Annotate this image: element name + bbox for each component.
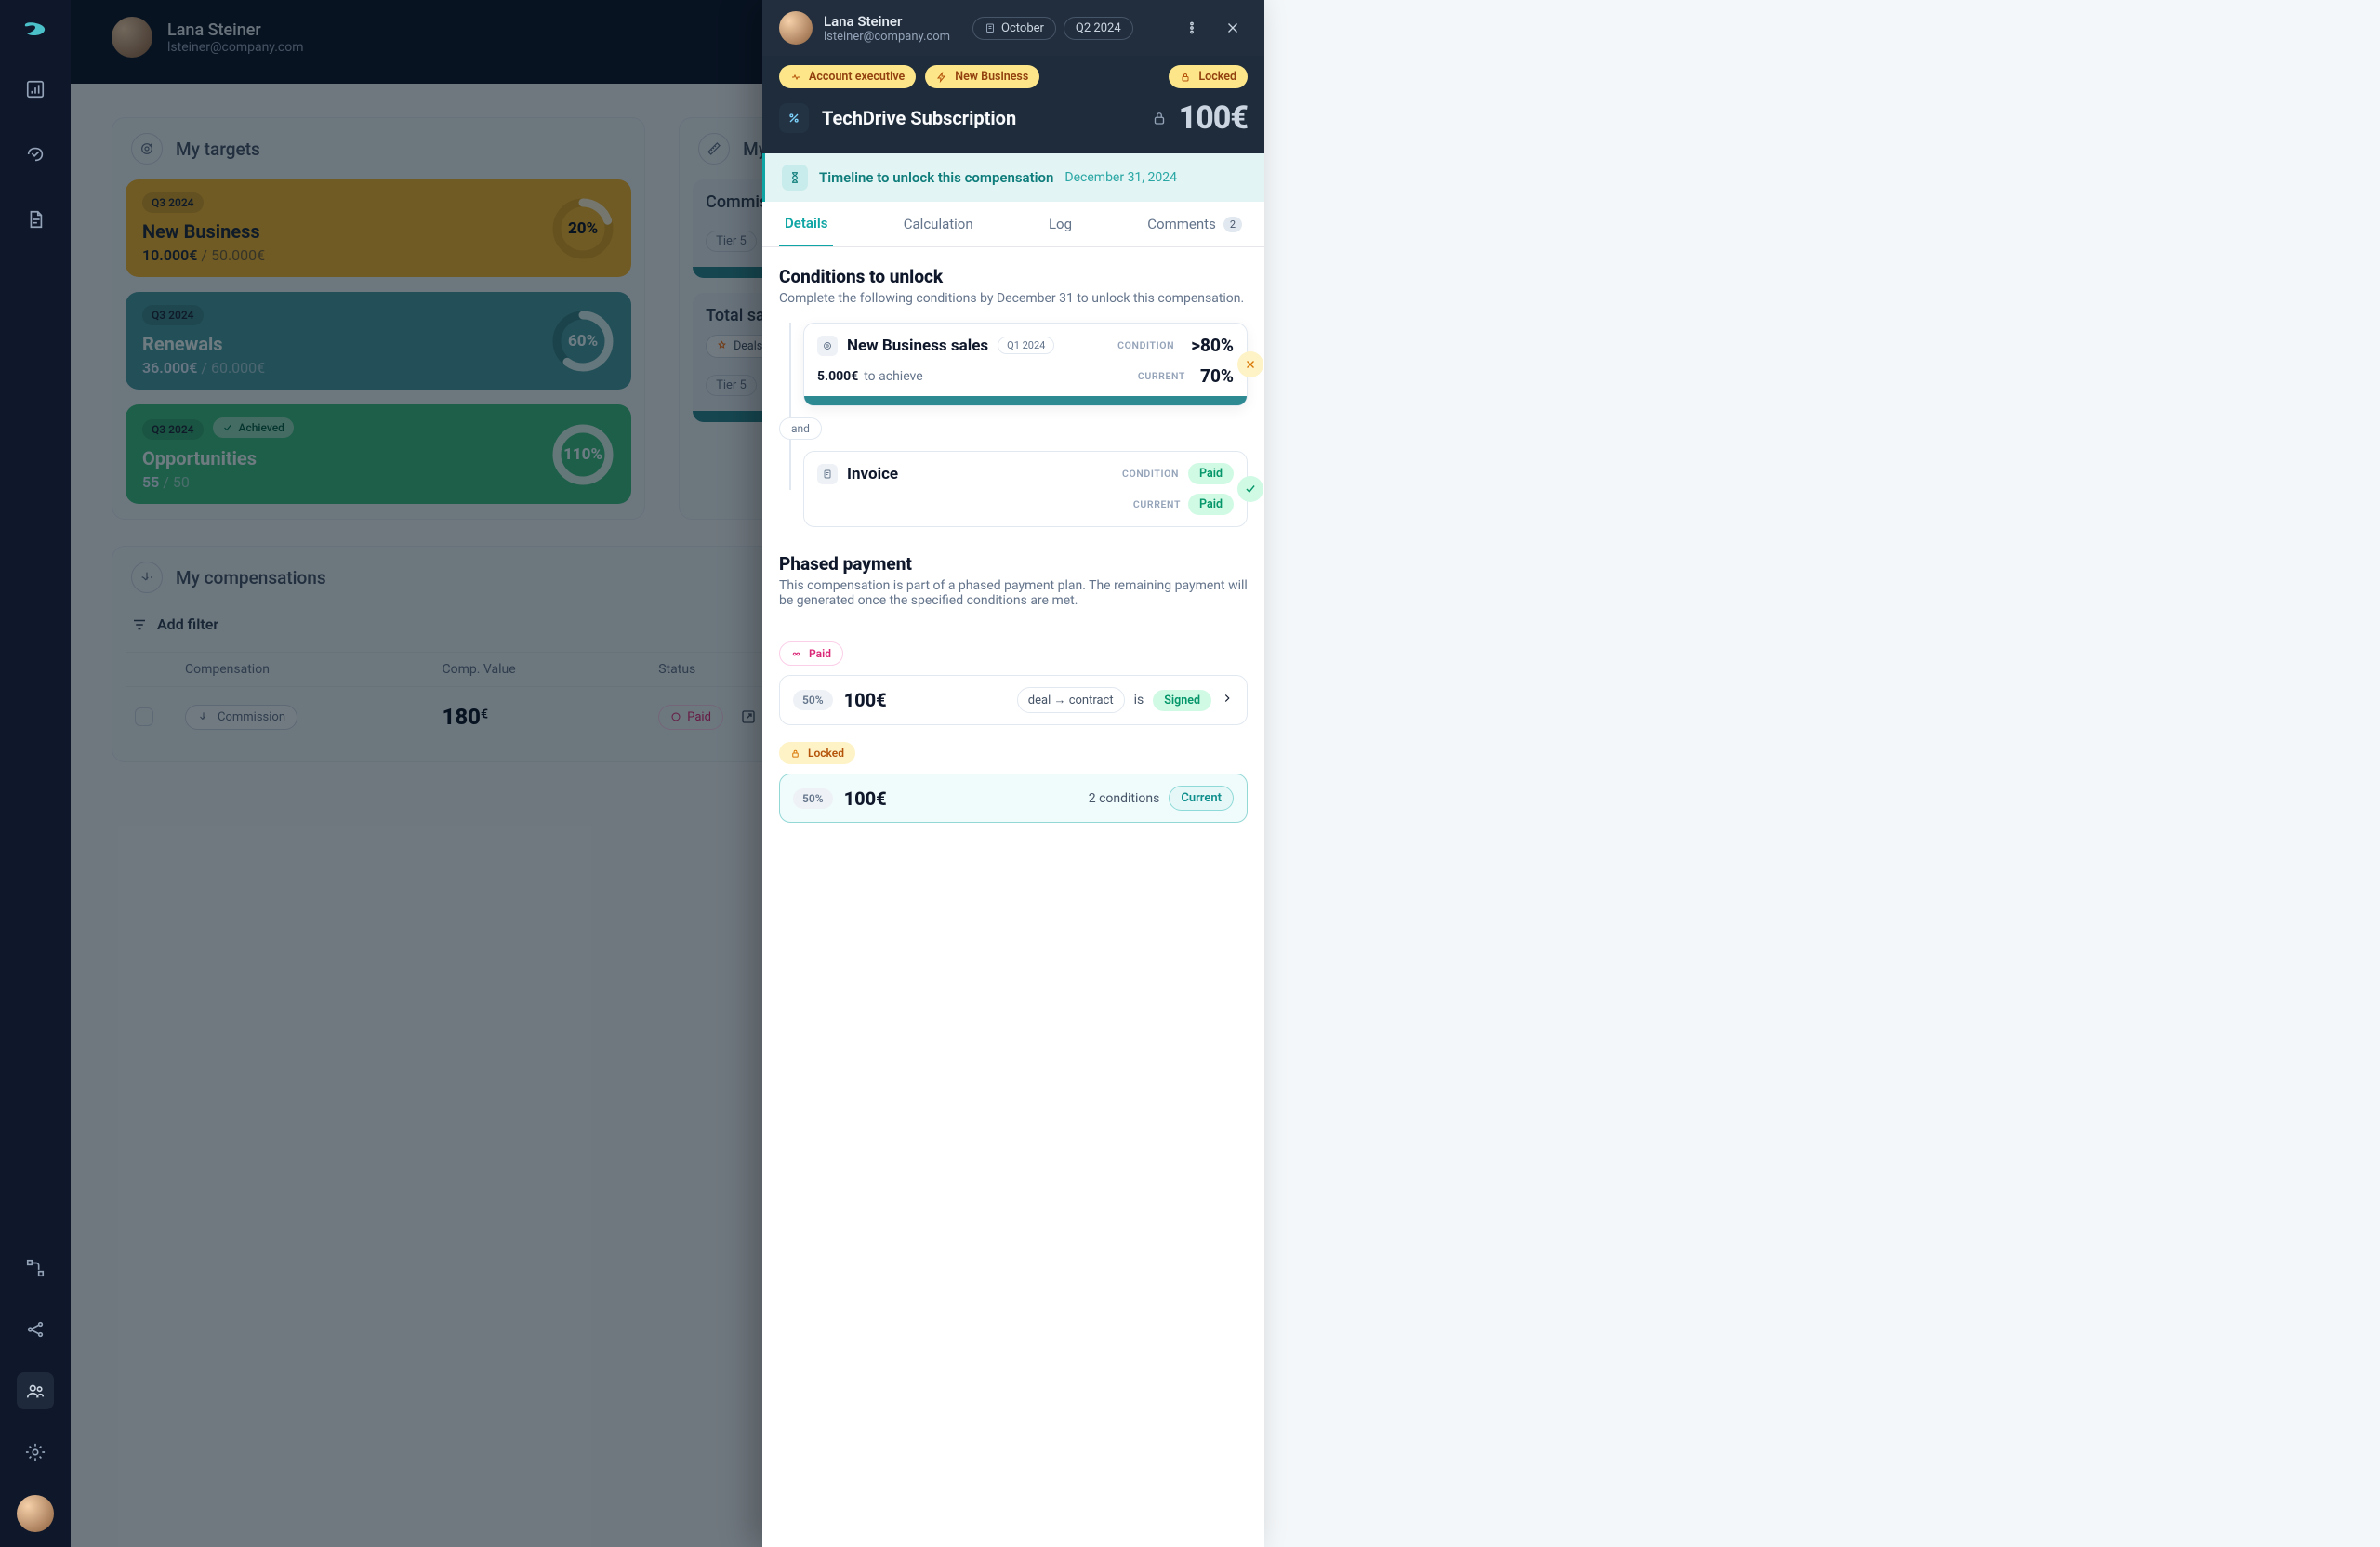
phase-paid-row[interactable]: 50% 100€ deal → contract is Signed [779,675,1248,725]
deal-title: TechDrive Subscription [822,107,1016,129]
close-icon[interactable] [1218,13,1248,43]
drawer-user-name: Lana Steiner [824,13,950,30]
current-user-avatar[interactable] [17,1495,54,1532]
drawer-header: Account executive New Business Locked Te… [762,56,1264,153]
compensation-drawer: Lana Steiner lsteiner@company.com Octobe… [762,0,1264,1547]
invoice-icon [817,464,838,484]
chevron-right-icon[interactable] [1221,692,1234,708]
paid-label: Paid [779,641,843,666]
type-chip: New Business [925,65,1039,88]
phased-sub: This compensation is part of a phased pa… [779,578,1248,608]
lock-icon [1151,110,1168,126]
current-pill: Current [1169,786,1234,811]
nav-handshake[interactable] [17,136,54,173]
locked-chip: Locked [1169,65,1248,88]
tab-log[interactable]: Log [1043,203,1078,245]
nav-share[interactable] [17,1311,54,1348]
target-icon [817,336,838,356]
hourglass-icon [782,165,808,191]
conditions-sub: Complete the following conditions by Dec… [779,291,1248,306]
nav-team[interactable] [17,1372,54,1409]
locked-label: Locked [779,742,855,764]
and-connector: and [779,417,822,440]
conditions-title: Conditions to unlock [779,266,1248,287]
more-icon[interactable] [1177,13,1207,43]
condition-card-sales[interactable]: New Business sales Q1 2024 CONDITION >80… [803,323,1248,406]
condition-progress-bar [804,396,1247,405]
nav-rail [0,0,71,1547]
tab-comments[interactable]: Comments2 [1142,203,1248,245]
tab-details[interactable]: Details [779,202,833,246]
quarter-chip[interactable]: Q2 2024 [1064,17,1133,40]
timeline-banner: Timeline to unlock this compensation Dec… [762,153,1264,202]
drawer-tabs: Details Calculation Log Comments2 [762,202,1264,247]
role-chip: Account executive [779,65,916,88]
app-logo [20,15,50,45]
percent-icon [779,103,809,133]
drawer-user-avatar [779,11,813,45]
phased-title: Phased payment [779,553,1248,575]
deal-amount: 100€ [1179,99,1248,137]
phase-locked-row[interactable]: 50% 100€ 2 conditions Current [779,774,1248,823]
check-icon [1237,476,1263,502]
tab-calculation[interactable]: Calculation [898,203,979,245]
deal-contract-chip: deal → contract [1017,687,1125,713]
nav-settings[interactable] [17,1434,54,1471]
drawer-user-email: lsteiner@company.com [824,30,950,44]
nav-flow[interactable] [17,1250,54,1287]
nav-analytics[interactable] [17,71,54,108]
warning-icon [1237,351,1263,377]
drawer-topbar: Lana Steiner lsteiner@company.com Octobe… [762,0,1264,56]
month-chip[interactable]: October [972,17,1056,40]
condition-card-invoice[interactable]: Invoice CONDITION Paid CURRENT Paid [803,451,1248,527]
nav-document[interactable] [17,201,54,238]
